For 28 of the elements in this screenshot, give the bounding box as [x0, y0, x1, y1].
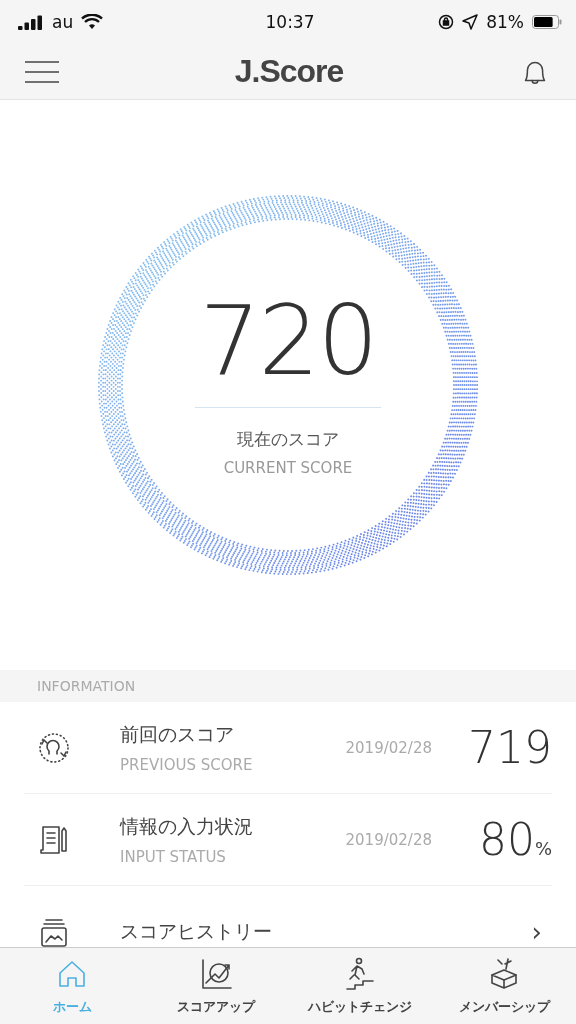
row-value: 719	[468, 722, 552, 773]
tab-item[interactable]: メンバーシップ	[432, 948, 576, 1024]
row-value: 80	[478, 814, 535, 865]
score-label: 現在のスコア	[237, 428, 339, 451]
row-title: 情報の入力状況	[120, 813, 254, 839]
row-title: スコアヒストリー	[120, 918, 273, 944]
status-time: 10:37	[265, 12, 315, 32]
chevron-icon[interactable]: ›	[531, 916, 542, 947]
score-sublabel: CURRENT SCORE	[223, 459, 353, 477]
row-unit: %	[534, 838, 552, 859]
signal-icon	[18, 14, 44, 30]
row-date: 2019/02/28	[345, 738, 432, 757]
row-title: 前回のスコア	[120, 721, 235, 747]
wifi-icon	[81, 14, 104, 30]
row-subtitle: INPUT STATUS	[120, 847, 227, 866]
battery-percent: 81%	[486, 12, 524, 32]
battery-icon	[532, 15, 562, 29]
location-arrow-icon	[462, 14, 479, 30]
menu-icon[interactable]	[24, 59, 60, 84]
current-score-value: 720	[199, 293, 377, 389]
app-title: J.Score	[234, 53, 344, 90]
row-date: 2019/02/28	[345, 830, 432, 849]
row-subtitle: PREVIOUS SCORE	[120, 755, 254, 774]
tab-item[interactable]: ハビットチェンジ	[288, 948, 432, 1024]
section-heading: INFORMATION	[0, 670, 576, 702]
rotation-lock-icon	[438, 14, 455, 30]
tab-item[interactable]: スコアアップ	[144, 948, 288, 1024]
carrier-name: au	[52, 12, 74, 32]
